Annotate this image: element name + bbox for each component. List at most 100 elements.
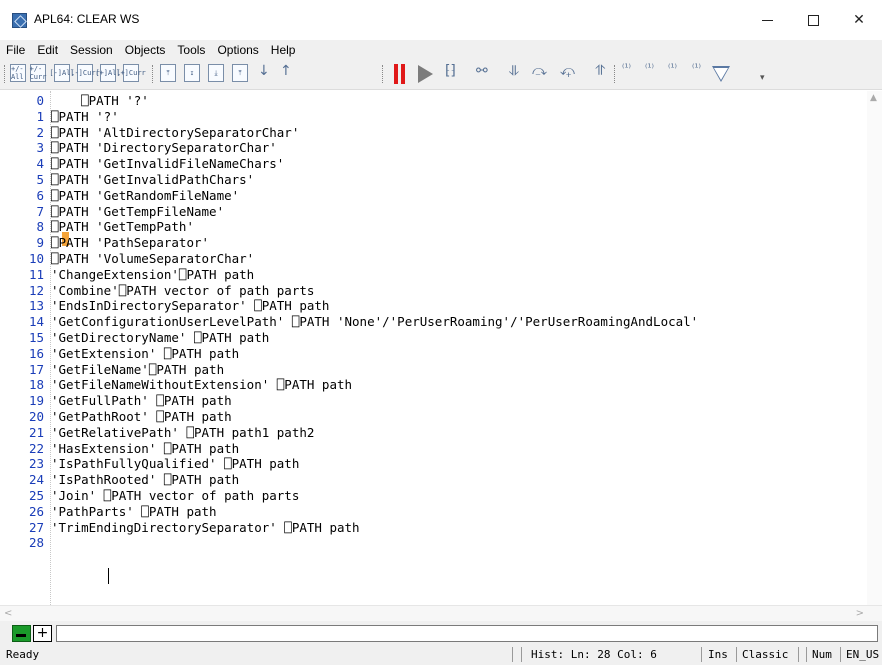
vertical-scrollbar[interactable]: ▲ [867,91,882,605]
step-into-icon[interactable]: ⥥ [509,63,519,79]
code-line[interactable]: 13 'EndsInDirectorySeparator' ⎕PATH path [0,298,698,314]
arrow-down-icon[interactable]: ↓ [258,63,270,79]
scroll-up-icon[interactable]: ▲ [870,93,877,103]
nav-bottom-button[interactable]: ⤓ [208,64,224,82]
toolbar-separator [152,65,154,83]
toolbar-grip[interactable] [4,65,6,83]
line-number: 19 [28,393,44,409]
text-caret [108,568,109,584]
line-number: 1 [36,108,44,124]
code-line[interactable]: 23 'IsPathFullyQualified' ⎕PATH path [0,456,698,472]
scroll-left-icon[interactable]: < [4,608,12,619]
code-line[interactable]: 26 'PathParts' ⎕PATH path [0,504,698,520]
line-code: ⎕PATH 'GetTempFileName' [51,203,225,219]
code-line[interactable]: 11 'ChangeExtension'⎕PATH path [0,267,698,283]
collapse-current-button[interactable]: [-]Curr [70,64,100,82]
status-divider [512,647,513,662]
bracket-1-2-icon[interactable]: ⁽¹⁾ [622,63,631,74]
window-title: APL64: CLEAR WS [34,12,140,26]
line-number: 8 [36,219,44,235]
open-all-button[interactable]: [+]All [95,64,121,82]
code-line[interactable]: 14 'GetConfigurationUserLevelPath' ⎕PATH … [0,314,698,330]
nav-up-button[interactable]: ⤒ [232,64,248,82]
line-number: 21 [28,424,44,440]
code-line[interactable]: 7 ⎕PATH 'GetTempFileName' [0,204,698,220]
code-line[interactable]: 27 'TrimEndingDirectorySeparator' ⎕PATH p… [0,520,698,536]
code-line[interactable]: 24 'IsPathRooted' ⎕PATH path [0,472,698,488]
bracket-down-icon[interactable]: ⁽¹⁾ [668,63,677,74]
maximize-button[interactable] [790,0,836,40]
nav-down-button[interactable]: ↧ [184,64,200,82]
code-line[interactable]: 0 ⎕PATH '?' [0,93,698,109]
code-line[interactable]: 10 ⎕PATH 'VolumeSeparatorChar' [0,251,698,267]
bracket-swap-icon[interactable]: ⁅⁆ [445,63,456,79]
code-line[interactable]: 16 'GetExtension' ⎕PATH path [0,346,698,362]
close-button[interactable]: ✕ [836,0,882,40]
run-icon[interactable] [418,65,433,83]
code-line[interactable]: 20 'GetPathRoot' ⎕PATH path [0,409,698,425]
session-tab-active[interactable] [12,625,31,642]
line-code: 'ChangeExtension'⎕PATH path [51,266,255,282]
close-icon: ✕ [853,12,865,28]
line-code: 'IsPathFullyQualified' ⎕PATH path [51,456,300,472]
minimize-button[interactable] [744,0,790,40]
code-line[interactable]: 28 [0,535,698,551]
pause-icon[interactable] [393,64,407,84]
code-lines: 0 ⎕PATH '?' 1 ⎕PATH '?' 2 ⎕PATH 'AltDirector… [0,93,698,551]
session-tab-strip[interactable] [56,625,878,642]
open-current-button[interactable]: [+]Curr [116,64,146,82]
menu-file[interactable]: File [6,43,25,57]
status-divider [806,647,807,662]
menu-tools[interactable]: Tools [177,43,205,57]
code-line[interactable]: 2 ⎕PATH 'AltDirectorySeparatorChar' [0,125,698,141]
code-line[interactable]: 9 ⎕PATH 'PathSeparator' [0,235,698,251]
line-code: 'TrimEndingDirectorySeparator' ⎕PATH pat… [51,519,360,535]
minimize-icon [761,19,773,21]
line-code: 'GetRelativePath' ⎕PATH path1 path2 [51,424,315,440]
code-line[interactable]: 4 ⎕PATH 'GetInvalidFileNameChars' [0,156,698,172]
scroll-right-icon[interactable]: > [856,608,864,619]
menu-session[interactable]: Session [70,43,113,57]
code-line[interactable]: 25 'Join' ⎕PATH vector of path parts [0,488,698,504]
code-line[interactable]: 15 'GetDirectoryName' ⎕PATH path [0,330,698,346]
collapse-all-button[interactable]: [-]All [49,64,75,82]
code-line[interactable]: 1 ⎕PATH '?' [0,109,698,125]
code-line[interactable]: 19 'GetFullPath' ⎕PATH path [0,393,698,409]
expand-current-button[interactable]: +/-Curr [30,64,46,82]
step-out-icon[interactable]: ⥣ [595,63,605,79]
bike-icon[interactable]: ⚯ [476,63,488,79]
code-line[interactable]: 3 ⎕PATH 'DirectorySeparatorChar' [0,140,698,156]
line-number: 28 [28,535,44,551]
code-line[interactable]: 22 'HasExtension' ⎕PATH path [0,441,698,457]
code-line[interactable]: 21 'GetRelativePath' ⎕PATH path1 path2 [0,425,698,441]
status-bar: Ready Hist: Ln: 28 Col: 6 Ins Classic Nu… [0,645,882,665]
toolbar-overflow-icon[interactable]: ▾ [760,73,765,83]
code-line[interactable]: 12 'Combine'⎕PATH vector of path parts [0,283,698,299]
horizontal-scrollbar[interactable]: < > [0,605,882,621]
code-line[interactable]: 6 ⎕PATH 'GetRandomFileName' [0,188,698,204]
add-session-button[interactable]: + [33,625,52,642]
menu-help[interactable]: Help [271,43,296,57]
arrow-up-icon[interactable]: ↑ [280,63,292,79]
code-line[interactable]: 17 'GetFileName'⎕PATH path [0,362,698,378]
expand-all-button[interactable]: +/-All [10,64,26,82]
line-number: 25 [28,487,44,503]
code-line[interactable]: 8 ⎕PATH 'GetTempPath' [0,219,698,235]
step-over-icon[interactable]: ⤼ [532,63,547,79]
line-code: 'HasExtension' ⎕PATH path [51,440,240,456]
bracket-right-icon[interactable]: ⁽¹⁾ [645,63,654,74]
menu-objects[interactable]: Objects [125,43,166,57]
line-number: 20 [28,408,44,424]
line-code: ⎕PATH 'DirectorySeparatorChar' [51,140,277,156]
menu-options[interactable]: Options [217,43,258,57]
bracket-cursor-icon[interactable]: ⁽¹⁾ [692,63,701,74]
code-line[interactable]: 18 'GetFileNameWithoutExtension' ⎕PATH pa… [0,377,698,393]
menu-edit[interactable]: Edit [37,43,58,57]
step-back-icon[interactable]: ⤽ [560,63,575,79]
code-line[interactable]: 5 ⎕PATH 'GetInvalidPathChars' [0,172,698,188]
triangle-down-icon[interactable] [712,66,730,82]
nav-top-button[interactable]: ⤒ [160,64,176,82]
line-code: 'PathParts' ⎕PATH path [51,503,217,519]
session-editor[interactable]: 0 ⎕PATH '?' 1 ⎕PATH '?' 2 ⎕PATH 'AltDirector… [0,91,882,605]
title-bar: APL64: CLEAR WS ✕ [0,0,882,40]
